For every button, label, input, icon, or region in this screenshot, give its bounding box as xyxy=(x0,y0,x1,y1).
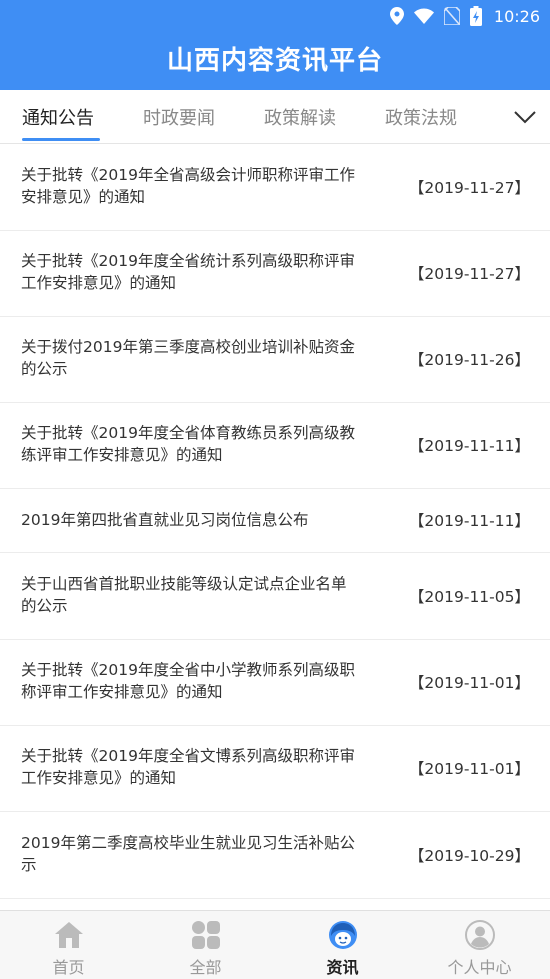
news-date: 【2019-11-11】 xyxy=(408,512,530,530)
tabbar-item-news[interactable]: 资讯 xyxy=(274,911,411,979)
tabbar-item-home[interactable]: 首页 xyxy=(0,911,137,979)
tab-political-news[interactable]: 时政要闻 xyxy=(143,104,215,130)
app-title: 山西内容资讯平台 xyxy=(166,46,383,76)
news-title: 关于批转《2019年度全省体育教练员系列高级教练评审工作安排意见》的通知 xyxy=(21,424,355,464)
list-item[interactable]: 关于拨付2019年第三季度高校创业培训补贴资金的公示 【2019-11-26】 xyxy=(0,317,550,403)
tab-notices[interactable]: 通知公告 xyxy=(22,104,94,130)
news-title: 关于山西省首批职业技能等级认定试点企业名单的公示 xyxy=(21,575,347,615)
list-item[interactable]: 关于批转《2019年度全省体育教练员系列高级教练评审工作安排意见》的通知 【20… xyxy=(0,403,550,489)
list-item[interactable]: 关于批转《2019年度全省统计系列高级职称评审工作安排意见》的通知 【2019-… xyxy=(0,231,550,317)
user-icon xyxy=(464,920,495,950)
status-icons: 10:26 xyxy=(389,5,540,27)
news-date: 【2019-11-27】 xyxy=(408,179,530,197)
tabbar-label: 首页 xyxy=(52,958,85,977)
tabbar-label: 全部 xyxy=(189,958,222,977)
news-avatar-icon xyxy=(328,921,357,949)
category-tabs: 通知公告 时政要闻 政策解读 政策法规 xyxy=(0,90,550,144)
list-item[interactable]: 关于批转《2019年度全省中小学教师系列高级职称评审工作安排意见》的通知 【20… xyxy=(0,640,550,726)
chevron-down-icon[interactable] xyxy=(512,104,538,130)
status-bar: 10:26 xyxy=(0,0,550,32)
news-date: 【2019-11-01】 xyxy=(408,674,530,692)
list-item[interactable]: 2019年第四批省直就业见习岗位信息公布 【2019-11-11】 xyxy=(0,489,550,553)
news-date: 【2019-11-26】 xyxy=(408,351,530,369)
news-date: 【2019-11-05】 xyxy=(408,588,530,606)
tab-policy-interpretation[interactable]: 政策解读 xyxy=(264,104,336,130)
news-date: 【2019-11-27】 xyxy=(408,265,530,283)
news-date: 【2019-11-11】 xyxy=(408,437,530,455)
home-icon xyxy=(54,922,83,948)
news-title: 关于拨付2019年第三季度高校创业培训补贴资金的公示 xyxy=(21,338,355,378)
tabbar-item-profile[interactable]: 个人中心 xyxy=(411,911,548,979)
list-item[interactable]: 关于批转《2019年全省高级会计师职称评审工作安排意见》的通知 【2019-11… xyxy=(0,145,550,231)
news-date: 【2019-11-01】 xyxy=(408,760,530,778)
tabbar-label: 个人中心 xyxy=(447,958,512,977)
news-title: 2019年第二季度高校毕业生就业见习生活补贴公示 xyxy=(21,834,355,874)
news-title: 关于批转《2019年度全省中小学教师系列高级职称评审工作安排意见》的通知 xyxy=(21,661,355,701)
location-icon xyxy=(389,7,404,25)
active-tab-indicator xyxy=(22,138,100,141)
tabbar-item-all[interactable]: 全部 xyxy=(137,911,274,979)
list-item[interactable]: 关于批转《2019年度全省文博系列高级职称评审工作安排意见》的通知 【2019-… xyxy=(0,726,550,812)
status-clock: 10:26 xyxy=(493,6,540,26)
news-title: 关于批转《2019年度全省文博系列高级职称评审工作安排意见》的通知 xyxy=(21,747,355,787)
no-sim-icon xyxy=(443,7,460,25)
tabbar-label: 资讯 xyxy=(326,958,359,977)
app-header: 10:26 山西内容资讯平台 xyxy=(0,0,550,90)
wifi-icon xyxy=(413,8,434,24)
news-title: 2019年第四批省直就业见习岗位信息公布 xyxy=(21,511,309,529)
tab-policy-regulations[interactable]: 政策法规 xyxy=(385,104,457,130)
grid-icon xyxy=(191,921,220,949)
news-date: 【2019-10-29】 xyxy=(408,847,530,865)
news-title: 关于批转《2019年度全省统计系列高级职称评审工作安排意见》的通知 xyxy=(21,252,355,292)
bottom-tab-bar: 首页 全部 资讯 个人中心 xyxy=(0,910,550,979)
battery-charging-icon xyxy=(469,6,482,26)
news-title: 关于批转《2019年全省高级会计师职称评审工作安排意见》的通知 xyxy=(21,166,355,206)
list-item[interactable]: 关于山西省首批职业技能等级认定试点企业名单的公示 【2019-11-05】 xyxy=(0,553,550,640)
list-item[interactable]: 2019年第二季度高校毕业生就业见习生活补贴公示 【2019-10-29】 xyxy=(0,812,550,899)
